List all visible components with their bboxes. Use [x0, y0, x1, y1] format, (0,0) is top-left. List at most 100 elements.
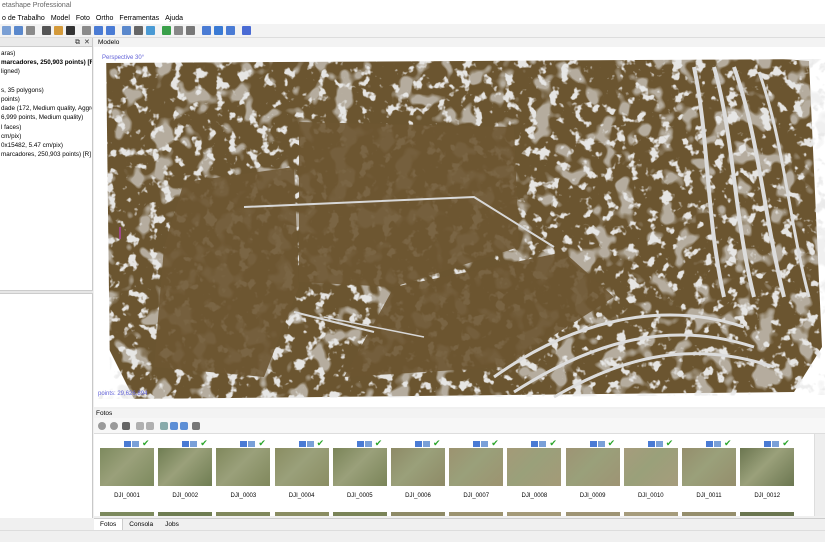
- tree-item[interactable]: marcadores, 250,903 points) [R: [0, 58, 92, 67]
- photo-thumbnail[interactable]: ✔ DJI_0001: [100, 438, 154, 508]
- photo-thumbnail[interactable]: ✔ DJI_0011: [682, 438, 736, 508]
- tree-item[interactable]: marcadores, 250,903 points) [R]: [0, 150, 92, 159]
- filter-icon[interactable]: [170, 422, 178, 430]
- tab-photos[interactable]: Fotos: [94, 519, 124, 530]
- mask-icon[interactable]: [226, 26, 235, 35]
- crop-icon[interactable]: [82, 26, 91, 35]
- mask-icon[interactable]: [160, 422, 168, 430]
- photo-image[interactable]: [391, 448, 445, 486]
- flag-icon[interactable]: [214, 26, 223, 35]
- view-mode-icon[interactable]: [192, 422, 200, 430]
- tree-item[interactable]: l faces): [0, 123, 92, 132]
- rotate-right-icon[interactable]: [110, 422, 118, 430]
- menu-help[interactable]: Ajuda: [165, 13, 183, 24]
- menu-model[interactable]: Model: [51, 13, 70, 24]
- menu-tools[interactable]: Ferramentas: [119, 13, 159, 24]
- workspace-panel-header: ⧉ ✕: [0, 38, 92, 47]
- photo-image[interactable]: [100, 448, 154, 486]
- color-icon[interactable]: [162, 26, 171, 35]
- photo-name: DJI_0011: [696, 493, 722, 499]
- photo-thumbnail[interactable]: ✔ DJI_0012: [740, 438, 795, 508]
- close-icon[interactable]: [66, 26, 75, 35]
- photo-thumbnail[interactable]: ✔ DJI_0004: [274, 438, 329, 508]
- photo-thumbnail-next-row[interactable]: [740, 512, 795, 516]
- photo-image[interactable]: [565, 448, 620, 486]
- tab-model[interactable]: Modelo: [98, 39, 119, 46]
- brush-icon[interactable]: [54, 26, 63, 35]
- new-icon[interactable]: [2, 26, 11, 35]
- rotate-left-icon[interactable]: [98, 422, 106, 430]
- menu-workspace[interactable]: o de Trabalho: [2, 13, 45, 24]
- tree-item[interactable]: 0x15482, 5.47 cm/pix): [0, 141, 92, 150]
- tree-item[interactable]: 6,999 points, Medium quality): [0, 113, 92, 122]
- photos-scrollbar[interactable]: [814, 434, 825, 516]
- model-viewport[interactable]: Perspective 30° points: 29,626,894: [94, 47, 825, 407]
- move-icon[interactable]: [122, 26, 131, 35]
- photo-name: DJI_0002: [172, 493, 199, 499]
- camera-icon: [706, 441, 713, 447]
- panel-splitter[interactable]: [0, 290, 93, 294]
- photo-image[interactable]: [682, 448, 736, 486]
- photo-thumbnail[interactable]: ✔ DJI_0010: [623, 438, 678, 508]
- photo-image[interactable]: [449, 448, 504, 486]
- photo-thumbnail[interactable]: ✔ DJI_0006: [391, 438, 445, 508]
- menu-photo[interactable]: Foto: [76, 13, 90, 24]
- photo-thumbnail-next-row[interactable]: [274, 512, 329, 516]
- float-icon[interactable]: ⧉: [75, 38, 80, 47]
- tab-console[interactable]: Consola: [123, 519, 159, 530]
- select-icon[interactable]: [146, 26, 155, 35]
- flag-icon: [714, 441, 721, 447]
- photo-image[interactable]: [623, 448, 678, 486]
- photo-name: DJI_0008: [521, 493, 548, 499]
- flag-icon: [481, 441, 489, 447]
- chunk-icon[interactable]: [14, 26, 23, 35]
- disable-icon[interactable]: [146, 422, 154, 430]
- photo-image[interactable]: [274, 448, 329, 486]
- photo-thumbnail-next-row[interactable]: [216, 512, 271, 516]
- photo-image[interactable]: [216, 448, 271, 486]
- photo-thumbnail[interactable]: ✔ DJI_0007: [449, 438, 504, 508]
- flag-icon: [655, 441, 663, 447]
- photo-thumbnail[interactable]: ✔ DJI_0009: [565, 438, 620, 508]
- ruler-icon[interactable]: [42, 26, 51, 35]
- menu-ortho[interactable]: Ortho: [96, 13, 114, 24]
- photo-image[interactable]: [332, 448, 387, 486]
- photo-thumbnail[interactable]: ✔ DJI_0003: [216, 438, 271, 508]
- photo-thumbnail-next-row[interactable]: [449, 512, 504, 516]
- photo-thumbnail-next-row[interactable]: [623, 512, 678, 516]
- grid-view-icon[interactable]: [180, 422, 188, 430]
- close-icon[interactable]: ✕: [84, 38, 90, 47]
- photo-thumbnail-next-row[interactable]: [507, 512, 562, 516]
- photo-thumbnail-next-row[interactable]: [332, 512, 387, 516]
- tree-item[interactable]: s, 35 polygons): [0, 86, 92, 95]
- view-options-icon[interactable]: [134, 26, 143, 35]
- tree-item[interactable]: aras): [0, 49, 92, 58]
- photo-image[interactable]: [740, 448, 795, 486]
- layers-icon[interactable]: [186, 26, 195, 35]
- tree-item[interactable]: [0, 77, 92, 86]
- photo-thumbnail-next-row[interactable]: [682, 512, 736, 516]
- photo-thumbnail-next-row[interactable]: [158, 512, 213, 516]
- photo-thumbnail-next-row[interactable]: [391, 512, 445, 516]
- photo-image[interactable]: [507, 448, 562, 486]
- globe-icon[interactable]: [242, 26, 251, 35]
- tab-jobs[interactable]: Jobs: [159, 519, 185, 530]
- photo-thumbnail-next-row[interactable]: [565, 512, 620, 516]
- remove-icon[interactable]: [122, 422, 130, 430]
- camera-icon: [240, 441, 248, 447]
- navigation-icon[interactable]: [26, 26, 35, 35]
- photo-image[interactable]: [158, 448, 213, 486]
- shape-icon[interactable]: [202, 26, 211, 35]
- photo-thumbnail[interactable]: ✔ DJI_0002: [158, 438, 213, 508]
- zoom-out-icon[interactable]: [106, 26, 115, 35]
- image-icon[interactable]: [174, 26, 183, 35]
- photo-thumbnail[interactable]: ✔ DJI_0005: [332, 438, 387, 508]
- photo-thumbnail[interactable]: ✔ DJI_0008: [507, 438, 562, 508]
- tree-item[interactable]: ligned): [0, 67, 92, 76]
- photo-thumbnail-next-row[interactable]: [100, 512, 154, 516]
- enable-icon[interactable]: [136, 422, 144, 430]
- tree-item[interactable]: dade (172, Medium quality, Aggre: [0, 104, 92, 113]
- zoom-in-icon[interactable]: [94, 26, 103, 35]
- tree-item[interactable]: cm/pix): [0, 132, 92, 141]
- tree-item[interactable]: points): [0, 95, 92, 104]
